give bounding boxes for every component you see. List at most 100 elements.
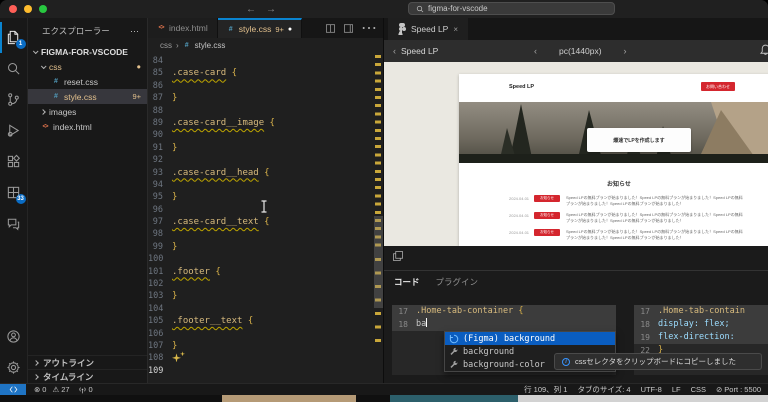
close-window-button[interactable] bbox=[9, 5, 17, 13]
tab-speed-lp[interactable]: Speed LP × bbox=[388, 18, 469, 40]
eol-status[interactable]: LF bbox=[672, 384, 681, 395]
news-heading[interactable]: お知らせ bbox=[459, 179, 768, 188]
code-line[interactable]: 88 bbox=[148, 105, 373, 117]
bell-icon[interactable] bbox=[759, 43, 768, 59]
zoom-window-button[interactable] bbox=[39, 5, 47, 13]
code-row[interactable]: 19 flex-direction: bbox=[634, 331, 768, 344]
breadcrumb[interactable]: css › # style.css bbox=[148, 38, 383, 52]
close-icon[interactable]: × bbox=[453, 25, 458, 34]
code-row[interactable]: 18 display: flex; bbox=[634, 318, 768, 331]
cursor-position-status[interactable]: 行 109、列 1 bbox=[524, 384, 567, 395]
lp-preview[interactable]: Speed LP お問い合わせ 爆速でLPを作成します お知らせ 2024.04… bbox=[459, 74, 768, 246]
tree-item-images-folder[interactable]: images bbox=[28, 104, 147, 119]
remote-indicator[interactable] bbox=[0, 384, 26, 395]
code-line[interactable]: 86 bbox=[148, 80, 373, 92]
lp-hero-image[interactable]: 爆速でLPを作成します bbox=[459, 102, 768, 163]
code-line[interactable]: 109 bbox=[148, 365, 373, 377]
code-line[interactable]: 105 .footer__text { bbox=[148, 315, 373, 327]
chat-activity-icon[interactable] bbox=[0, 208, 28, 239]
explorer-more-actions[interactable]: ⋯ bbox=[130, 26, 139, 37]
code-line[interactable]: 98 bbox=[148, 228, 373, 240]
forward-arrow-icon[interactable]: → bbox=[266, 4, 276, 15]
news-row[interactable]: 2024.04.01 お知らせ Speed LPの無料プランが始まりました！Sp… bbox=[459, 211, 768, 224]
code-line[interactable]: 108 bbox=[148, 351, 373, 364]
minimize-window-button[interactable] bbox=[24, 5, 32, 13]
code-line[interactable]: 99} bbox=[148, 241, 373, 253]
code-line[interactable]: 93 .case-card__head { bbox=[148, 167, 373, 179]
code-line[interactable]: 102 bbox=[148, 278, 373, 290]
split-editor-icon[interactable] bbox=[325, 23, 336, 34]
code-row[interactable]: 18 ba bbox=[392, 318, 616, 331]
suggest-item-figma-background[interactable]: (Figma) background bbox=[445, 332, 615, 345]
outline-section[interactable]: アウトライン bbox=[28, 355, 147, 369]
news-row[interactable]: 2024.04.01 お知らせ Speed LPの無料プランが始まりました！Sp… bbox=[459, 228, 768, 241]
tree-root-folder[interactable]: FIGMA-FOR-VSCODE bbox=[28, 44, 147, 59]
dirty-dot-icon[interactable]: ● bbox=[288, 26, 292, 33]
account-icon[interactable] bbox=[0, 321, 28, 352]
copy-layers-icon[interactable] bbox=[392, 249, 404, 267]
more-actions-icon[interactable]: ⋯ bbox=[361, 18, 377, 38]
ports-status[interactable]: 0 bbox=[78, 385, 93, 394]
timeline-section[interactable]: タイムライン bbox=[28, 369, 147, 383]
code-line[interactable]: 90 bbox=[148, 129, 373, 141]
tree-item-css-folder[interactable]: css ● bbox=[28, 59, 147, 74]
hero-caption-box[interactable]: 爆速でLPを作成します bbox=[587, 128, 691, 152]
copied-toast: i cssセレクタをクリップボードにコピーしました bbox=[554, 353, 762, 370]
brace: { bbox=[258, 167, 270, 178]
tree-item-index-html[interactable]: <> index.html bbox=[28, 119, 147, 134]
extensions-activity-icon[interactable] bbox=[0, 146, 28, 177]
command-center-search[interactable]: figma-for-vscode bbox=[408, 2, 615, 15]
layout-icon[interactable] bbox=[343, 23, 354, 34]
code-line[interactable]: 87} bbox=[148, 92, 373, 104]
code-line[interactable]: 101 .footer { bbox=[148, 266, 373, 278]
scrollbar-thumb[interactable] bbox=[374, 216, 383, 308]
code-line[interactable]: 84 bbox=[148, 55, 373, 67]
prev-frame-button[interactable]: ‹ bbox=[534, 46, 537, 56]
problems-status[interactable]: ⊗ 0 ⚠ 27 bbox=[34, 385, 70, 394]
source-control-activity-icon[interactable] bbox=[0, 84, 28, 115]
code-row[interactable]: 17 .Home-tab-container { bbox=[392, 305, 616, 318]
news-date: 2024.04.01 bbox=[509, 196, 530, 201]
run-debug-activity-icon[interactable] bbox=[0, 115, 28, 146]
code-line[interactable]: 103} bbox=[148, 290, 373, 302]
encoding-status[interactable]: UTF-8 bbox=[641, 384, 662, 395]
language-status[interactable]: CSS bbox=[691, 384, 706, 395]
lp-logo[interactable]: Speed LP bbox=[509, 84, 534, 90]
tab-index-html[interactable]: <> index.html bbox=[148, 18, 218, 38]
code-line[interactable]: 100 bbox=[148, 253, 373, 265]
code-line[interactable]: 107} bbox=[148, 340, 373, 352]
settings-gear-icon[interactable] bbox=[0, 352, 28, 383]
tree-item-style-css[interactable]: # style.css 9+ bbox=[28, 89, 147, 104]
code-line[interactable]: 104 bbox=[148, 303, 373, 315]
lp-header[interactable]: Speed LP お問い合わせ bbox=[459, 74, 768, 102]
lp-cta-button[interactable]: お問い合わせ bbox=[701, 82, 735, 91]
activity-bar: 1 33 bbox=[0, 18, 28, 383]
tree-item-reset-css[interactable]: # reset.css bbox=[28, 74, 147, 89]
sparkle-icon[interactable] bbox=[172, 351, 185, 363]
table-grid-activity-icon[interactable]: 33 bbox=[0, 177, 28, 208]
chevron-right-icon bbox=[33, 359, 39, 366]
code-line[interactable]: 89 .case-card__image { bbox=[148, 117, 373, 129]
next-frame-button[interactable]: › bbox=[624, 46, 627, 56]
code-row[interactable]: 17 .Home-tab-contain bbox=[634, 305, 768, 318]
news-row[interactable]: 2024.04.01 お知らせ Speed LPの無料プランが始まりました！Sp… bbox=[459, 194, 768, 207]
code-line[interactable]: 94 bbox=[148, 179, 373, 191]
breadcrumb-file[interactable]: style.css bbox=[195, 41, 226, 50]
news-badge: お知らせ bbox=[534, 195, 560, 202]
code-line[interactable]: 106 bbox=[148, 328, 373, 340]
explorer-activity-icon[interactable]: 1 bbox=[0, 22, 28, 53]
tab-size-status[interactable]: タブのサイズ: 4 bbox=[577, 384, 630, 395]
tab-code[interactable]: コード bbox=[394, 276, 420, 288]
code-line[interactable]: 85 .case-card { bbox=[148, 67, 373, 79]
live-server-port-status[interactable]: ⊘ Port : 5500 bbox=[716, 384, 761, 395]
code-line[interactable]: 91} bbox=[148, 142, 373, 154]
figma-canvas[interactable]: Speed LP お問い合わせ 爆速でLPを作成します お知らせ 2024.04… bbox=[384, 62, 768, 246]
tab-plugin[interactable]: プラグイン bbox=[436, 276, 479, 288]
back-to-pages-button[interactable]: ‹ Speed LP bbox=[384, 46, 534, 56]
back-arrow-icon[interactable]: ← bbox=[246, 4, 256, 15]
tab-style-css[interactable]: # style.css 9+ ● bbox=[217, 18, 303, 38]
breadcrumb-folder[interactable]: css bbox=[160, 41, 172, 50]
search-activity-icon[interactable] bbox=[0, 53, 28, 84]
code-line[interactable]: 92 bbox=[148, 154, 373, 166]
news-badge: お知らせ bbox=[534, 212, 560, 219]
